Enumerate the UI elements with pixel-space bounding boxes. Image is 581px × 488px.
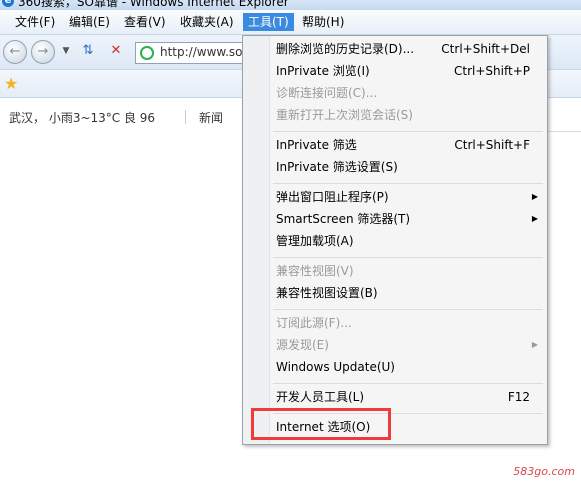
- ie-logo-icon: e: [2, 0, 14, 7]
- menu-item-smartscreen-filter[interactable]: SmartScreen 筛选器(T): [276, 208, 410, 230]
- menu-item-delete-history[interactable]: 删除浏览的历史记录(D)...: [276, 38, 414, 60]
- menu-item-compatibility-view: 兼容性视图(V): [276, 264, 354, 278]
- menu-separator: [273, 257, 543, 258]
- watermark: 583go.com: [513, 465, 575, 478]
- menu-view[interactable]: 查看(V): [119, 13, 171, 31]
- menu-item-windows-update[interactable]: Windows Update(U): [276, 356, 395, 378]
- menu-bar: 文件(F) 编辑(E) 查看(V) 收藏夹(A) 工具(T) 帮助(H): [0, 10, 581, 35]
- menu-item-subscribe-feed: 订阅此源(F)...: [276, 316, 352, 330]
- menu-separator: [273, 309, 543, 310]
- menu-separator: [273, 131, 543, 132]
- menu-tools[interactable]: 工具(T): [243, 13, 294, 31]
- forward-button[interactable]: →: [31, 40, 55, 64]
- menu-item-inprivate-browsing[interactable]: InPrivate 浏览(I): [276, 60, 370, 82]
- address-input[interactable]: http://www.so: [160, 45, 243, 59]
- shortcut-label: Ctrl+Shift+Del: [441, 42, 530, 56]
- menu-icon-strip: [243, 36, 270, 444]
- divider: [548, 131, 581, 132]
- submenu-arrow-icon: ▶: [531, 192, 538, 201]
- address-bar[interactable]: http://www.so: [135, 42, 247, 64]
- menu-separator: [273, 383, 543, 384]
- favorites-star-icon[interactable]: ★: [4, 74, 18, 93]
- site-favicon-icon: [140, 46, 154, 60]
- menu-file[interactable]: 文件(F): [10, 13, 60, 31]
- shortcut-label: Ctrl+Shift+P: [454, 64, 530, 78]
- highlight-annotation-box: [251, 408, 391, 440]
- news-link[interactable]: 新闻: [199, 109, 223, 126]
- shortcut-label: Ctrl+Shift+F: [454, 138, 530, 152]
- compatibility-view-icon[interactable]: ⇅: [80, 43, 96, 59]
- menu-item-compatibility-view-settings[interactable]: 兼容性视图设置(B): [276, 282, 378, 304]
- menu-favorites[interactable]: 收藏夹(A): [175, 13, 239, 31]
- menu-item-inprivate-filter-settings[interactable]: InPrivate 筛选设置(S): [276, 156, 398, 178]
- menu-item-inprivate-filtering[interactable]: InPrivate 筛选: [276, 134, 357, 156]
- weather-info[interactable]: 武汉， 小雨3~13°C 良 96: [9, 109, 155, 126]
- menu-item-reopen-last-session: 重新打开上次浏览会话(S): [276, 108, 413, 122]
- menu-item-feed-discovery: 源发现(E): [276, 338, 329, 352]
- tools-dropdown-menu: 删除浏览的历史记录(D)... Ctrl+Shift+Del InPrivate…: [242, 35, 548, 445]
- divider: [185, 110, 186, 124]
- menu-edit[interactable]: 编辑(E): [64, 13, 115, 31]
- chevron-down-icon[interactable]: ▼: [58, 43, 74, 59]
- menu-item-developer-tools[interactable]: 开发人员工具(L): [276, 386, 364, 408]
- menu-item-diagnose-connection: 诊断连接问题(C)...: [276, 86, 378, 100]
- menu-separator: [273, 183, 543, 184]
- title-bar: e 360搜索，SO靠谱 - Windows Internet Explorer: [0, 0, 581, 10]
- submenu-arrow-icon: ▶: [531, 340, 538, 349]
- menu-item-popup-blocker[interactable]: 弹出窗口阻止程序(P): [276, 186, 389, 208]
- menu-help[interactable]: 帮助(H): [297, 13, 349, 31]
- stop-icon[interactable]: ✕: [108, 43, 124, 59]
- window-title: 360搜索，SO靠谱 - Windows Internet Explorer: [18, 0, 289, 9]
- submenu-arrow-icon: ▶: [531, 214, 538, 223]
- back-button[interactable]: ←: [3, 40, 27, 64]
- shortcut-label: F12: [507, 390, 530, 404]
- menu-item-manage-addons[interactable]: 管理加载项(A): [276, 230, 354, 252]
